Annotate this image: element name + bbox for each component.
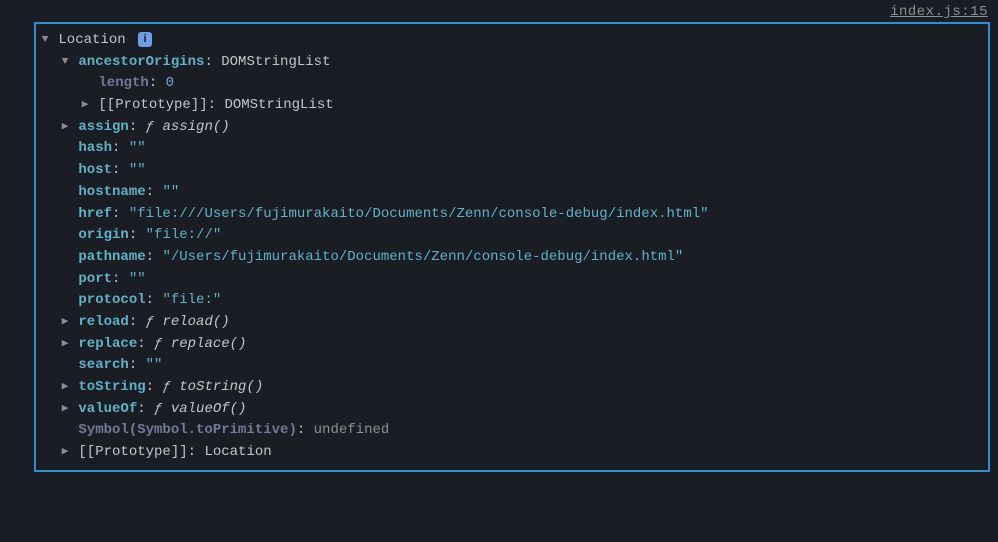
row-protocol[interactable]: protocol: "file:" bbox=[36, 290, 988, 312]
property-value: replace() bbox=[171, 336, 247, 352]
row-search[interactable]: search: "" bbox=[36, 355, 988, 377]
console-object-location: Location i ancestorOrigins: DOMStringLis… bbox=[34, 22, 990, 472]
row-proto[interactable]: [[Prototype]]: Location bbox=[36, 442, 988, 464]
expand-arrow-icon[interactable] bbox=[60, 119, 70, 136]
row-root[interactable]: Location i bbox=[36, 30, 988, 52]
expand-arrow-icon[interactable] bbox=[60, 401, 70, 418]
function-f-glyph: ƒ bbox=[154, 401, 162, 417]
row-origin[interactable]: origin: "file://" bbox=[36, 225, 988, 247]
property-value: Location bbox=[204, 444, 271, 460]
property-value: "" bbox=[129, 140, 146, 156]
row-pathname[interactable]: pathname: "/Users/fujimurakaito/Document… bbox=[36, 247, 988, 269]
property-key: length bbox=[98, 75, 148, 91]
property-key: port bbox=[78, 271, 112, 287]
expand-arrow-icon[interactable] bbox=[60, 379, 70, 396]
row-assign[interactable]: assign: ƒ assign() bbox=[36, 117, 988, 139]
property-key: [[Prototype]] bbox=[98, 97, 207, 113]
row-replace[interactable]: replace: ƒ replace() bbox=[36, 334, 988, 356]
property-key: origin bbox=[78, 227, 128, 243]
row-hash[interactable]: hash: "" bbox=[36, 138, 988, 160]
row-ancestorOrigins-proto[interactable]: [[Prototype]]: DOMStringList bbox=[36, 95, 988, 117]
property-value: DOMStringList bbox=[221, 54, 330, 70]
row-hostname[interactable]: hostname: "" bbox=[36, 182, 988, 204]
property-key: protocol bbox=[78, 292, 145, 308]
property-value: "" bbox=[162, 184, 179, 200]
property-key: valueOf bbox=[78, 401, 137, 417]
function-f-glyph: ƒ bbox=[154, 336, 162, 352]
source-link[interactable]: index.js:15 bbox=[0, 0, 998, 22]
row-href[interactable]: href: "file:///Users/fujimurakaito/Docum… bbox=[36, 204, 988, 226]
function-f-glyph: ƒ bbox=[146, 314, 154, 330]
property-value: valueOf() bbox=[171, 401, 247, 417]
property-value: DOMStringList bbox=[224, 97, 333, 113]
property-value: 0 bbox=[166, 75, 174, 91]
property-key: ancestorOrigins bbox=[78, 54, 204, 70]
property-key: href bbox=[78, 206, 112, 222]
property-key: [[Prototype]] bbox=[78, 444, 187, 460]
property-key: reload bbox=[78, 314, 128, 330]
info-icon[interactable]: i bbox=[138, 32, 152, 47]
expand-arrow-icon[interactable] bbox=[60, 444, 70, 461]
property-key: pathname bbox=[78, 249, 145, 265]
property-key: replace bbox=[78, 336, 137, 352]
property-key: toString bbox=[78, 379, 145, 395]
property-value: "file:" bbox=[162, 292, 221, 308]
property-value: "" bbox=[129, 271, 146, 287]
function-f-glyph: ƒ bbox=[146, 119, 154, 135]
expand-arrow-icon[interactable] bbox=[60, 314, 70, 331]
property-key: hash bbox=[78, 140, 112, 156]
expand-arrow-icon[interactable] bbox=[80, 97, 90, 114]
row-reload[interactable]: reload: ƒ reload() bbox=[36, 312, 988, 334]
function-f-glyph: ƒ bbox=[162, 379, 170, 395]
expand-arrow-icon[interactable] bbox=[40, 32, 50, 49]
expand-arrow-icon[interactable] bbox=[60, 54, 70, 71]
object-class-name: Location bbox=[58, 32, 125, 48]
row-host[interactable]: host: "" bbox=[36, 160, 988, 182]
property-value: "/Users/fujimurakaito/Documents/Zenn/con… bbox=[162, 249, 683, 265]
property-key: assign bbox=[78, 119, 128, 135]
expand-arrow-icon[interactable] bbox=[60, 336, 70, 353]
property-value: "" bbox=[146, 357, 163, 373]
row-valueOf[interactable]: valueOf: ƒ valueOf() bbox=[36, 399, 988, 421]
property-value: "file://" bbox=[146, 227, 222, 243]
row-ancestorOrigins[interactable]: ancestorOrigins: DOMStringList bbox=[36, 52, 988, 74]
property-value: undefined bbox=[314, 422, 390, 438]
property-key: hostname bbox=[78, 184, 145, 200]
row-symbol-toPrimitive[interactable]: Symbol(Symbol.toPrimitive): undefined bbox=[36, 420, 988, 442]
row-toString[interactable]: toString: ƒ toString() bbox=[36, 377, 988, 399]
property-value: toString() bbox=[179, 379, 263, 395]
property-value: reload() bbox=[162, 314, 229, 330]
row-ancestorOrigins-length[interactable]: length: 0 bbox=[36, 73, 988, 95]
property-key: Symbol(Symbol.toPrimitive) bbox=[78, 422, 296, 438]
property-key: search bbox=[78, 357, 128, 373]
property-key: host bbox=[78, 162, 112, 178]
property-value: "" bbox=[129, 162, 146, 178]
property-value: assign() bbox=[162, 119, 229, 135]
row-port[interactable]: port: "" bbox=[36, 269, 988, 291]
property-value: "file:///Users/fujimurakaito/Documents/Z… bbox=[129, 206, 709, 222]
